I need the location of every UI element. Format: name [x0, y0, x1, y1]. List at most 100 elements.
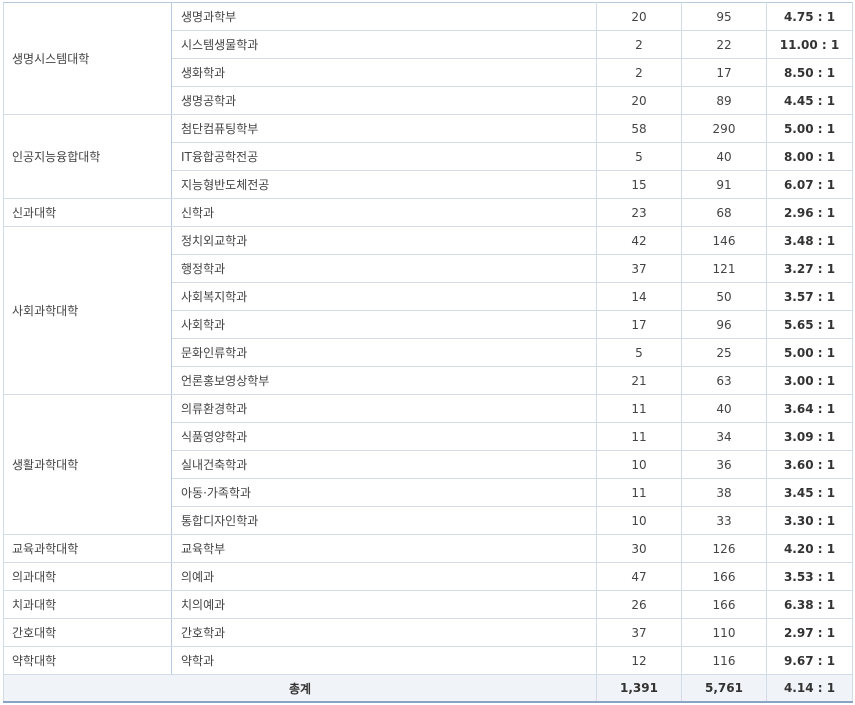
quota-cell: 5: [596, 142, 682, 171]
department-cell: 의예과: [171, 562, 597, 591]
department-cell: 약학과: [171, 646, 597, 675]
applicants-cell: 50: [681, 282, 767, 311]
ratio-cell: 3.53 : 1: [766, 562, 853, 591]
quota-cell: 10: [596, 450, 682, 479]
department-cell: 실내건축학과: [171, 450, 597, 479]
quota-cell: 21: [596, 366, 682, 395]
quota-cell: 58: [596, 114, 682, 143]
department-cell: 치의예과: [171, 590, 597, 619]
applicants-cell: 91: [681, 170, 767, 199]
college-cell: 약학대학: [3, 646, 172, 675]
ratio-cell: 6.07 : 1: [766, 170, 853, 199]
table-row: 치과대학 치의예과 26 166 6.38 : 1: [3, 590, 853, 619]
quota-cell: 47: [596, 562, 682, 591]
department-cell: 생명과학부: [171, 2, 597, 31]
applicants-cell: 68: [681, 198, 767, 227]
quota-cell: 11: [596, 422, 682, 451]
applicants-cell: 40: [681, 394, 767, 423]
quota-cell: 2: [596, 58, 682, 87]
department-cell: 시스템생물학과: [171, 30, 597, 59]
ratio-cell: 4.20 : 1: [766, 534, 853, 563]
applicants-cell: 116: [681, 646, 767, 675]
total-label: 총계: [3, 674, 597, 703]
quota-cell: 20: [596, 86, 682, 115]
applicants-cell: 40: [681, 142, 767, 171]
quota-cell: 26: [596, 590, 682, 619]
quota-cell: 30: [596, 534, 682, 563]
ratio-cell: 3.64 : 1: [766, 394, 853, 423]
quota-cell: 15: [596, 170, 682, 199]
ratio-cell: 3.30 : 1: [766, 506, 853, 535]
ratio-cell: 2.96 : 1: [766, 198, 853, 227]
ratio-cell: 5.00 : 1: [766, 338, 853, 367]
college-cell: 생명시스템대학: [3, 2, 172, 115]
ratio-cell: 4.75 : 1: [766, 2, 853, 31]
college-cell: 의과대학: [3, 562, 172, 591]
department-cell: 행정학과: [171, 254, 597, 283]
ratio-cell: 3.27 : 1: [766, 254, 853, 283]
quota-cell: 17: [596, 310, 682, 339]
department-cell: 생화학과: [171, 58, 597, 87]
department-cell: 첨단컴퓨팅학부: [171, 114, 597, 143]
quota-cell: 12: [596, 646, 682, 675]
quota-cell: 20: [596, 2, 682, 31]
college-cell: 인공지능융합대학: [3, 114, 172, 199]
quota-cell: 23: [596, 198, 682, 227]
ratio-cell: 4.45 : 1: [766, 86, 853, 115]
department-cell: 언론홍보영상학부: [171, 366, 597, 395]
ratio-cell: 3.48 : 1: [766, 226, 853, 255]
table-row: 교육과학대학 교육학부 30 126 4.20 : 1: [3, 534, 853, 563]
applicants-cell: 96: [681, 310, 767, 339]
applicants-cell: 121: [681, 254, 767, 283]
table-row: 사회과학대학 정치외교학과 42 146 3.48 : 1: [3, 226, 853, 395]
applicants-cell: 110: [681, 618, 767, 647]
department-cell: 의류환경학과: [171, 394, 597, 423]
applicants-cell: 146: [681, 226, 767, 255]
applicants-cell: 290: [681, 114, 767, 143]
table-row: 생활과학대학 의류환경학과 11 40 3.64 : 1: [3, 394, 853, 535]
department-cell: 간호학과: [171, 618, 597, 647]
ratio-cell: 3.00 : 1: [766, 366, 853, 395]
applicants-cell: 126: [681, 534, 767, 563]
quota-cell: 2: [596, 30, 682, 59]
department-cell: 신학과: [171, 198, 597, 227]
department-cell: 지능형반도체전공: [171, 170, 597, 199]
ratio-cell: 9.67 : 1: [766, 646, 853, 675]
quota-cell: 37: [596, 254, 682, 283]
ratio-cell: 6.38 : 1: [766, 590, 853, 619]
applicants-cell: 33: [681, 506, 767, 535]
applicants-cell: 63: [681, 366, 767, 395]
college-cell: 교육과학대학: [3, 534, 172, 563]
quota-cell: 11: [596, 394, 682, 423]
college-cell: 사회과학대학: [3, 226, 172, 395]
applicants-cell: 166: [681, 590, 767, 619]
quota-cell: 10: [596, 506, 682, 535]
applicants-cell: 22: [681, 30, 767, 59]
department-cell: 사회복지학과: [171, 282, 597, 311]
department-cell: 생명공학과: [171, 86, 597, 115]
department-cell: 통합디자인학과: [171, 506, 597, 535]
applicants-cell: 25: [681, 338, 767, 367]
total-applicants: 5,761: [681, 674, 767, 703]
department-cell: IT융합공학전공: [171, 142, 597, 171]
quota-cell: 37: [596, 618, 682, 647]
ratio-cell: 8.00 : 1: [766, 142, 853, 171]
quota-cell: 14: [596, 282, 682, 311]
applicants-cell: 89: [681, 86, 767, 115]
total-quota: 1,391: [596, 674, 682, 703]
quota-cell: 42: [596, 226, 682, 255]
applicants-cell: 34: [681, 422, 767, 451]
quota-cell: 11: [596, 478, 682, 507]
total-ratio: 4.14 : 1: [766, 674, 853, 703]
college-cell: 치과대학: [3, 590, 172, 619]
table-row: 신과대학 신학과 23 68 2.96 : 1: [3, 198, 853, 227]
ratio-cell: 3.09 : 1: [766, 422, 853, 451]
ratio-cell: 8.50 : 1: [766, 58, 853, 87]
admission-ratio-table: 생명시스템대학 생명과학부 20 95 4.75 : 1 시스템생물학과 2 22 11.00 …: [3, 2, 853, 703]
applicants-cell: 95: [681, 2, 767, 31]
applicants-cell: 166: [681, 562, 767, 591]
applicants-cell: 38: [681, 478, 767, 507]
department-cell: 아동·가족학과: [171, 478, 597, 507]
college-cell: 간호대학: [3, 618, 172, 647]
department-cell: 교육학부: [171, 534, 597, 563]
